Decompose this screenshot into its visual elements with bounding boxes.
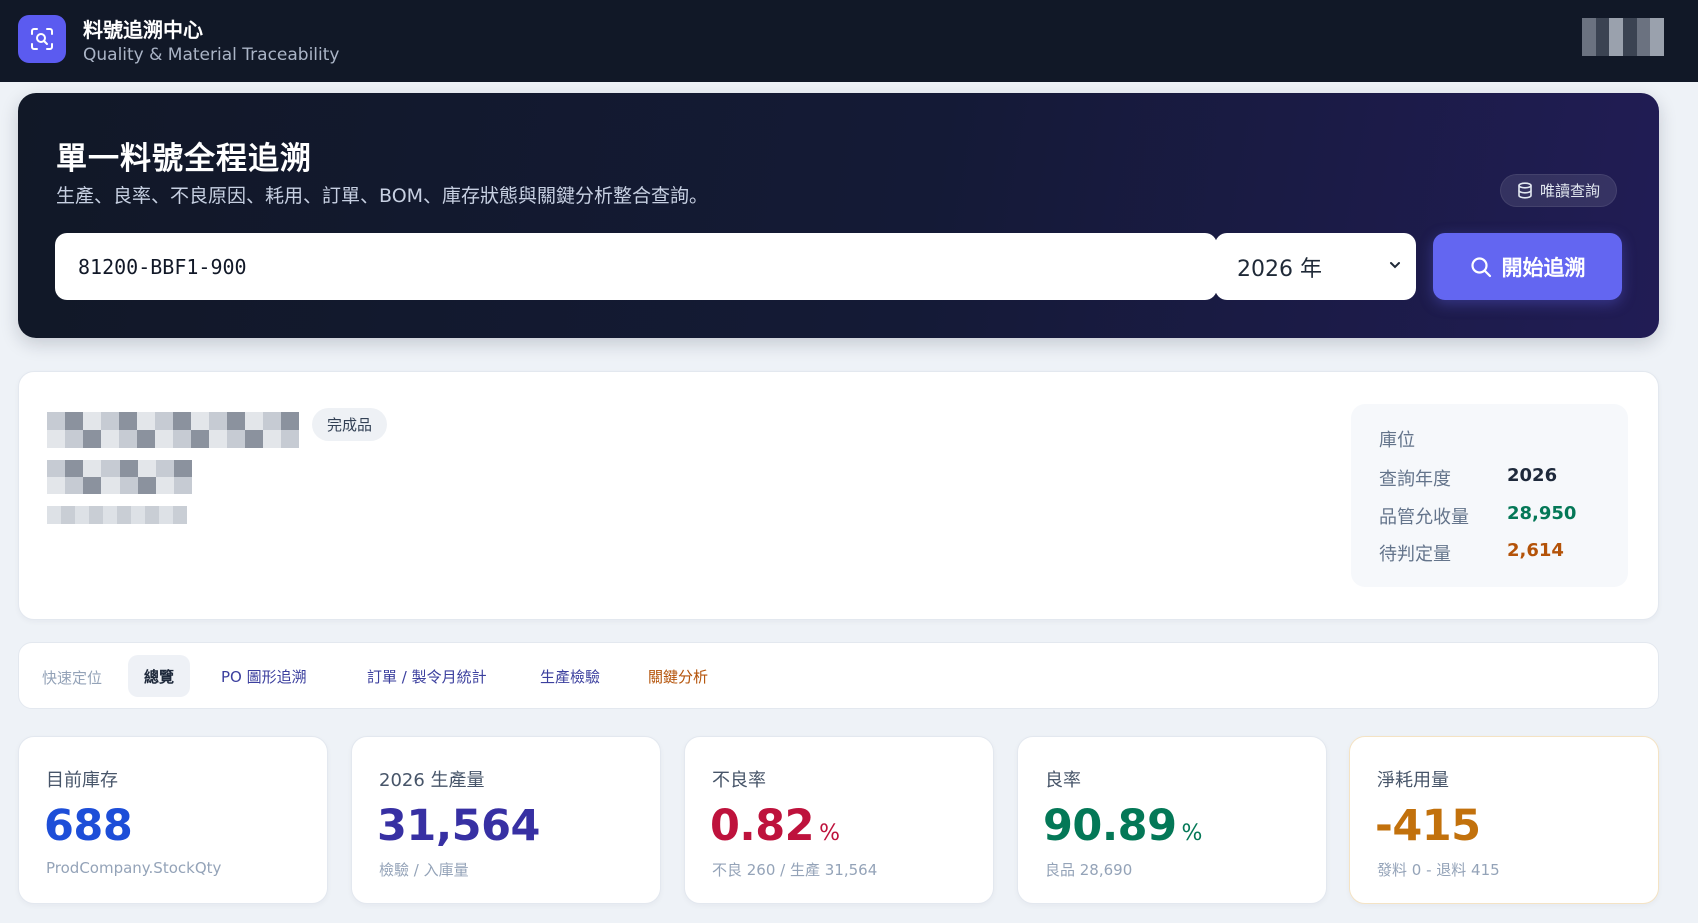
page-title: 單一料號全程追溯 <box>56 141 312 177</box>
location-title: 庫位 <box>1379 430 1415 451</box>
chevron-down-icon <box>1390 262 1400 269</box>
quick-nav-label: 快速定位 <box>42 669 103 687</box>
tab-key-analysis[interactable]: 關鍵分析 <box>632 655 724 697</box>
readonly-label: 唯讀查詢 <box>1540 182 1601 200</box>
kpi-value: 31,564 <box>377 801 540 851</box>
tab-overview[interactable]: 總覽 <box>128 655 191 697</box>
location-row: 品管允收量 28,950 <box>1379 503 1619 529</box>
location-row-value: 2,614 <box>1507 540 1564 561</box>
location-row: 查詢年度 2026 <box>1379 465 1619 491</box>
kpi-note: 不良 260 / 生產 31,564 <box>712 861 878 879</box>
kpi-label: 2026 生產量 <box>379 770 485 791</box>
page-description: 生產、良率、不良原因、耗用、訂單、BOM、庫存狀態與關鍵分析整合查詢。 <box>56 185 709 207</box>
tab-order-monthly-stats[interactable]: 訂單 / 製令月統計 <box>351 655 503 697</box>
kpi-value: 688 <box>44 801 133 851</box>
redacted-part-number <box>47 412 299 448</box>
redacted-part-name <box>47 460 192 494</box>
location-summary: 庫位 查詢年度 2026 品管允收量 28,950 待判定量 2,614 <box>1351 404 1628 587</box>
trace-search-panel: 單一料號全程追溯 生產、良率、不良原因、耗用、訂單、BOM、庫存狀態與關鍵分析整… <box>18 93 1659 338</box>
kpi-label: 不良率 <box>712 770 766 791</box>
tab-production-inspection[interactable]: 生產檢驗 <box>524 655 616 697</box>
redacted-part-spec <box>47 506 187 524</box>
part-info-card: 完成品 庫位 查詢年度 2026 品管允收量 28,950 待判定量 2,614 <box>18 371 1659 620</box>
kpi-card-stock: 目前庫存 688 ProdCompany.StockQty <box>18 736 328 904</box>
top-bar: 料號追溯中心 Quality & Material Traceability <box>0 0 1698 82</box>
readonly-badge: 唯讀查詢 <box>1500 174 1618 207</box>
year-select[interactable]: 2026 年 <box>1215 233 1416 300</box>
quick-nav: 快速定位 總覽 PO 圖形追溯 訂單 / 製令月統計 生產檢驗 關鍵分析 <box>18 642 1659 709</box>
kpi-card-net-consumption: 淨耗用量 -415 發料 0 - 退料 415 <box>1349 736 1659 904</box>
start-trace-label: 開始追溯 <box>1501 255 1586 280</box>
user-avatar[interactable] <box>1582 18 1664 56</box>
part-number-input[interactable] <box>55 233 1217 300</box>
location-row: 待判定量 2,614 <box>1379 540 1619 566</box>
database-icon <box>1518 182 1532 199</box>
kpi-value: -415 <box>1375 801 1481 851</box>
kpi-value: 0.82% <box>710 801 840 851</box>
kpi-note: ProdCompany.StockQty <box>46 859 222 877</box>
year-select-value: 2026 年 <box>1237 256 1322 282</box>
kpi-note: 良品 28,690 <box>1045 861 1133 879</box>
location-row-value: 28,950 <box>1507 503 1577 524</box>
search-icon <box>1470 256 1491 277</box>
kpi-label: 良率 <box>1045 770 1081 791</box>
app-logo <box>18 15 66 63</box>
kpi-value: 90.89% <box>1043 801 1202 851</box>
kpi-label: 目前庫存 <box>46 770 118 791</box>
location-row-value: 2026 <box>1507 465 1558 486</box>
kpi-card-defect-rate: 不良率 0.82% 不良 260 / 生產 31,564 <box>684 736 994 904</box>
app-subtitle: Quality & Material Traceability <box>83 45 340 65</box>
location-row-label: 查詢年度 <box>1379 469 1451 490</box>
kpi-note: 檢驗 / 入庫量 <box>379 861 469 879</box>
search-scan-icon <box>31 28 53 50</box>
kpi-card-yield-rate: 良率 90.89% 良品 28,690 <box>1017 736 1327 904</box>
kpi-note: 發料 0 - 退料 415 <box>1377 861 1500 879</box>
location-row-label: 待判定量 <box>1379 544 1451 565</box>
start-trace-button[interactable]: 開始追溯 <box>1433 233 1622 300</box>
kpi-label: 淨耗用量 <box>1377 770 1449 791</box>
kpi-card-production: 2026 生產量 31,564 檢驗 / 入庫量 <box>351 736 661 904</box>
location-row-label: 品管允收量 <box>1379 507 1469 528</box>
app-title: 料號追溯中心 <box>83 18 203 42</box>
tab-po-graph-trace[interactable]: PO 圖形追溯 <box>205 655 323 697</box>
part-type-badge: 完成品 <box>312 408 388 441</box>
